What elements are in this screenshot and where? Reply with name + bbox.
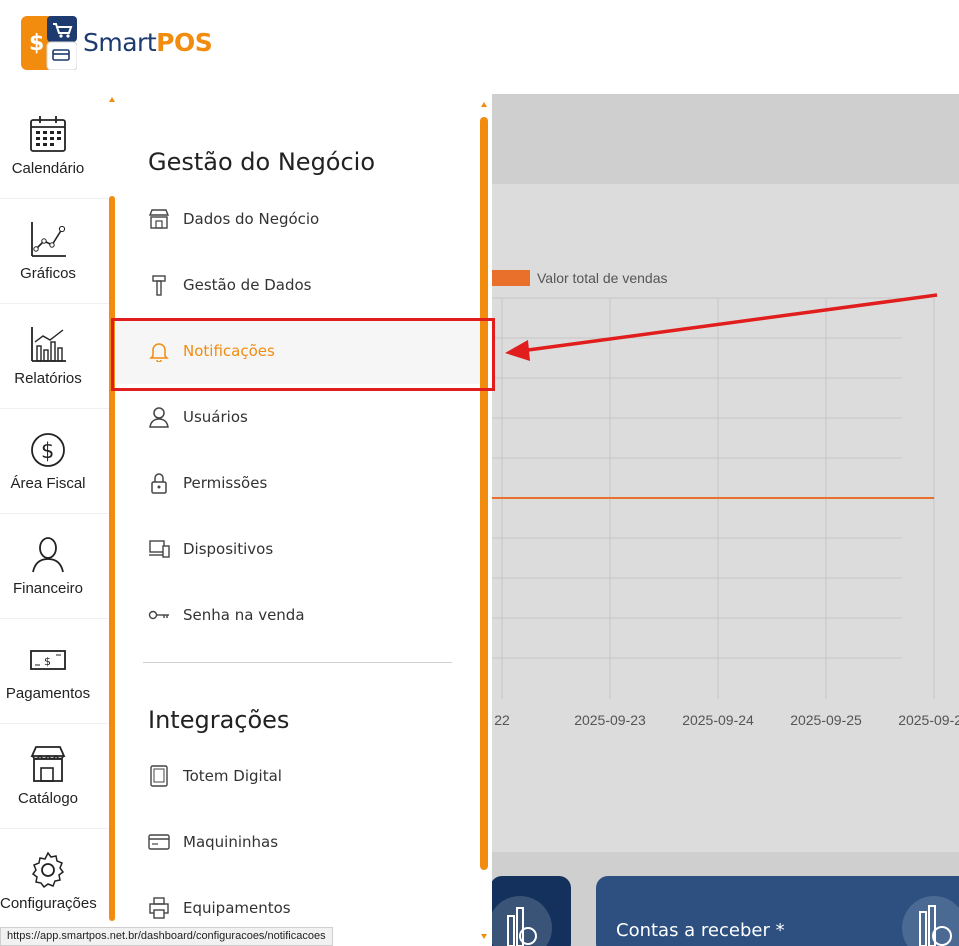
- menu-label: Permissões: [183, 474, 268, 492]
- store-icon: [30, 746, 66, 782]
- sales-line-chart: 22 2025-09-23 2025-09-24 2025-09-25 2025-09-…: [490, 270, 959, 728]
- store-icon: [148, 209, 170, 229]
- menu-item-maquininhas[interactable]: Maquininhas: [116, 809, 481, 875]
- rail-label: Gráficos: [20, 265, 76, 282]
- rail-label: Calendário: [11, 160, 85, 177]
- lock-icon: [151, 473, 167, 494]
- annotation-highlight-box: [111, 318, 495, 391]
- rail-label: Configurações: [0, 895, 97, 912]
- logo-text: SmartPOS: [83, 28, 213, 57]
- person-icon: [32, 537, 64, 573]
- rail-label: Pagamentos: [5, 685, 91, 702]
- key-icon: [148, 610, 169, 620]
- rail-item-configuracoes[interactable]: Configurações: [0, 829, 110, 934]
- menu-item-dispositivos[interactable]: Dispositivos: [116, 516, 481, 582]
- printer-icon: [149, 897, 169, 919]
- rail-item-pagamentos[interactable]: $ Pagamentos: [0, 619, 110, 724]
- bar-chart-icon: [31, 327, 66, 362]
- rail-item-relatorios[interactable]: Relatórios: [0, 304, 110, 409]
- menu-item-gestao-dados[interactable]: Gestão de Dados: [116, 252, 481, 318]
- chart-x-tick-label: 2025-09-24: [682, 712, 754, 728]
- svg-text:$: $: [44, 655, 51, 668]
- menu-label: Equipamentos: [183, 899, 291, 917]
- panel-scroll-down-icon[interactable]: [481, 934, 487, 939]
- rail-item-area-fiscal[interactable]: $ Área Fiscal: [0, 409, 110, 514]
- rail-item-calendario[interactable]: Calendário: [0, 94, 110, 199]
- devices-icon: [149, 540, 170, 558]
- hammer-icon: [152, 275, 166, 296]
- menu-label: Dados do Negócio: [183, 210, 320, 228]
- menu-item-usuarios[interactable]: Usuários: [116, 384, 481, 450]
- receivables-chart-icon: [902, 896, 959, 946]
- menu-item-totem-digital[interactable]: Totem Digital: [116, 743, 481, 809]
- icon-rail: Calendário Gráficos Relatórios $ Área Fi…: [0, 94, 110, 946]
- menu-item-dados-negocio[interactable]: Dados do Negócio: [116, 186, 481, 252]
- status-url: https://app.smartpos.net.br/dashboard/co…: [0, 927, 333, 946]
- rail-item-catalogo[interactable]: Catálogo: [0, 724, 110, 829]
- chart-x-tick-label: 2025-09-25: [790, 712, 862, 728]
- gear-icon: [31, 851, 65, 889]
- chart-x-tick-label: 2025-09-23: [574, 712, 646, 728]
- logo-text-smart: Smart: [83, 28, 157, 57]
- chart-x-tick-label: 22: [494, 712, 510, 728]
- menu-label: Senha na venda: [183, 606, 305, 624]
- section-divider: [143, 662, 452, 663]
- user-icon: [149, 407, 169, 428]
- tablet-icon: [150, 765, 168, 787]
- menu-item-senha-venda[interactable]: Senha na venda: [116, 582, 481, 648]
- card-icon: [148, 834, 170, 850]
- svg-text:$: $: [41, 439, 54, 463]
- rail-item-graficos[interactable]: Gráficos: [0, 199, 110, 304]
- report-chart-icon: [490, 896, 552, 946]
- panel-scroll-up-icon[interactable]: [481, 102, 487, 107]
- smartpos-logo-icon[interactable]: $: [21, 16, 78, 71]
- logo-text-pos: POS: [156, 28, 213, 57]
- sales-chart-card: 22 2025-09-23 2025-09-24 2025-09-25 2025-09-…: [490, 184, 959, 852]
- rail-scrollbar[interactable]: [109, 196, 115, 921]
- rail-label: Catálogo: [17, 790, 79, 807]
- svg-text:$: $: [29, 31, 44, 56]
- kpi-card-receivables[interactable]: Contas a receber *: [596, 876, 959, 946]
- rail-label: Relatórios: [14, 370, 82, 387]
- menu-label: Maquininhas: [183, 833, 279, 851]
- section-title-gestao: Gestão do Negócio: [148, 148, 376, 176]
- rail-label: Financeiro: [12, 580, 84, 597]
- menu-item-permissoes[interactable]: Permissões: [116, 450, 481, 516]
- top-header: $ SmartPOS: [0, 0, 959, 94]
- section-title-integracoes: Integrações: [148, 706, 290, 734]
- receivables-title: Contas a receber *: [616, 920, 785, 941]
- dollar-circle-icon: $: [31, 433, 65, 467]
- banknote-icon: $: [30, 650, 66, 670]
- rail-item-financeiro[interactable]: Financeiro: [0, 514, 110, 619]
- menu-label: Dispositivos: [183, 540, 274, 558]
- kpi-card-sales[interactable]: [490, 876, 571, 946]
- line-chart-icon: [31, 222, 66, 257]
- chart-legend-swatch: [490, 270, 530, 286]
- menu-item-equipamentos[interactable]: Equipamentos: [116, 875, 481, 927]
- rail-label: Área Fiscal: [10, 475, 86, 492]
- panel-scrollbar[interactable]: [480, 117, 488, 870]
- menu-label: Gestão de Dados: [183, 276, 312, 294]
- menu-label: Totem Digital: [183, 767, 282, 785]
- calendar-icon: [30, 116, 66, 152]
- chart-legend-label: Valor total de vendas: [537, 270, 668, 286]
- chart-x-tick-label: 2025-09-26: [898, 712, 959, 728]
- rail-scroll-up-icon[interactable]: [109, 97, 115, 102]
- menu-label: Usuários: [183, 408, 248, 426]
